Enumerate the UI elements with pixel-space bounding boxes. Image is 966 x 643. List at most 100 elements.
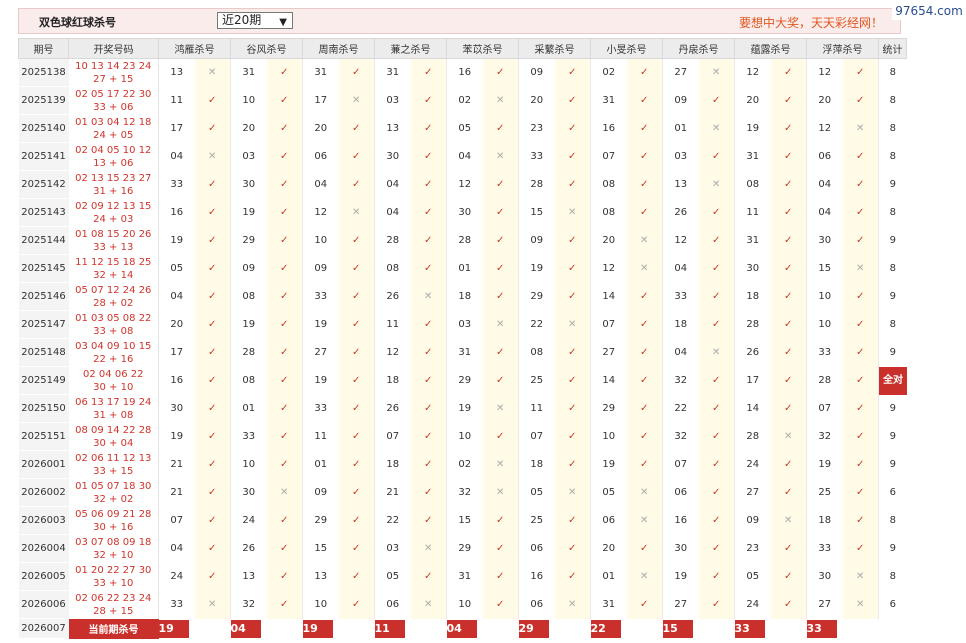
kill-number: 05	[446, 114, 483, 143]
kill-number: 03	[374, 534, 411, 563]
kill-number: 12	[806, 58, 843, 87]
check-icon: ✓	[266, 198, 303, 227]
kill-number: 30	[230, 478, 267, 507]
draw-numbers: 05 07 12 24 26 28 + 02	[68, 282, 159, 311]
check-icon: ✓	[626, 58, 663, 87]
kill-number: 10	[230, 450, 267, 479]
cross-icon: ✕	[626, 226, 663, 255]
table-row: 2026003 05 06 09 21 28 30 + 16 07 ✓ 24 ✓ 29 ✓ 22 ✓…	[18, 506, 907, 535]
column-header: 蕴露杀号	[734, 38, 807, 59]
table-row: 2025147 01 03 05 08 22 33 + 08 20 ✓ 19 ✓ 19 ✓ 11 ✓…	[18, 310, 907, 339]
check-icon: ✓	[554, 226, 591, 255]
check-icon: ✓	[266, 366, 303, 395]
check-icon: ✓	[554, 58, 591, 87]
check-icon: ✓	[482, 226, 519, 255]
check-icon: ✓	[770, 198, 807, 227]
check-icon: ✓	[410, 310, 447, 339]
current-kill-cell: 11	[374, 618, 447, 639]
check-icon: ✓	[842, 58, 879, 87]
check-icon: ✓	[482, 338, 519, 367]
kill-number: 33	[230, 422, 267, 451]
check-icon: ✓	[626, 450, 663, 479]
kill-number: 19	[446, 394, 483, 423]
kill-number: 27	[662, 590, 699, 619]
table-row: 2026001 02 06 11 12 13 33 + 15 21 ✓ 10 ✓ 01 ✓ 18 ✓…	[18, 450, 907, 479]
kill-number: 24	[158, 562, 195, 591]
kill-number: 08	[374, 254, 411, 283]
check-icon: ✓	[842, 394, 879, 423]
cross-icon: ✕	[194, 58, 231, 87]
stat-count: 6	[878, 590, 907, 619]
stat-count: 9	[878, 534, 907, 563]
kill-number: 10	[806, 310, 843, 339]
check-icon: ✓	[338, 338, 375, 367]
draw-numbers: 06 13 17 19 24 31 + 08	[68, 394, 159, 423]
kill-number: 30	[806, 226, 843, 255]
kill-number: 04	[374, 198, 411, 227]
draw-line-2: 31 + 16	[93, 185, 134, 197]
draw-numbers: 02 04 05 10 12 13 + 06	[68, 142, 159, 171]
kill-number: 24	[230, 506, 267, 535]
check-icon: ✓	[194, 282, 231, 311]
stat-count: 9	[878, 226, 907, 255]
kill-number: 04	[158, 534, 195, 563]
kill-number-table: 期号 开奖号码 鸿雁杀号 谷风杀号 周南杀号 蒹之杀号 苯苡杀号 采蘩杀号 小旻杀号 丹扆杀号 蕴露…	[18, 38, 907, 639]
kill-number: 25	[518, 366, 555, 395]
kill-number: 14	[590, 282, 627, 311]
cross-icon: ✕	[554, 310, 591, 339]
current-kill-cell: 22	[590, 618, 663, 639]
check-icon: ✓	[410, 58, 447, 87]
current-kill-cell: 19	[302, 618, 375, 639]
cross-icon: ✕	[626, 562, 663, 591]
table-row: 2026005 01 20 22 27 30 33 + 10 24 ✓ 13 ✓ 13 ✓ 05 ✓…	[18, 562, 907, 591]
kill-number: 06	[374, 590, 411, 619]
kill-number: 32	[806, 422, 843, 451]
cross-icon: ✕	[482, 450, 519, 479]
kill-number: 29	[446, 534, 483, 563]
slogan-link[interactable]: 要想中大奖，天天彩经网！	[739, 14, 883, 31]
draw-line-2: 33 + 08	[93, 325, 134, 337]
kill-number: 20	[158, 310, 195, 339]
kill-number: 18	[806, 506, 843, 535]
check-icon: ✓	[338, 366, 375, 395]
kill-number: 09	[230, 254, 267, 283]
check-icon: ✓	[626, 198, 663, 227]
draw-line-2: 33 + 10	[93, 577, 134, 589]
kill-number: 21	[374, 478, 411, 507]
kill-number: 23	[518, 114, 555, 143]
current-kill-number: 19	[302, 619, 333, 638]
check-icon: ✓	[410, 198, 447, 227]
kill-number: 24	[734, 590, 771, 619]
current-kill-number: 33	[806, 619, 837, 638]
kill-number: 22	[518, 310, 555, 339]
check-icon: ✓	[194, 506, 231, 535]
check-icon: ✓	[770, 170, 807, 199]
check-icon: ✓	[770, 86, 807, 115]
check-icon: ✓	[482, 114, 519, 143]
current-kill-number: 29	[518, 619, 549, 638]
check-icon: ✓	[482, 254, 519, 283]
kill-number: 12	[446, 170, 483, 199]
draw-numbers: 11 12 15 18 25 32 + 14	[68, 254, 159, 283]
cross-icon: ✕	[482, 86, 519, 115]
kill-number: 03	[662, 142, 699, 171]
check-icon: ✓	[626, 422, 663, 451]
table-row: 2025151 08 09 14 22 28 30 + 04 19 ✓ 33 ✓ 11 ✓ 07 ✓…	[18, 422, 907, 451]
kill-number: 19	[734, 114, 771, 143]
draw-numbers: 01 20 22 27 30 33 + 10	[68, 562, 159, 591]
check-icon: ✓	[770, 254, 807, 283]
kill-number: 26	[734, 338, 771, 367]
check-icon: ✓	[410, 394, 447, 423]
check-icon: ✓	[842, 282, 879, 311]
draw-line-2: 24 + 03	[93, 213, 134, 225]
issue-number: 2026001	[18, 450, 69, 479]
draw-numbers: 03 04 09 10 15 22 + 16	[68, 338, 159, 367]
period-select[interactable]: 近20期 ▼	[217, 12, 293, 29]
chevron-down-icon: ▼	[279, 17, 287, 28]
kill-number: 15	[302, 534, 339, 563]
cross-icon: ✕	[482, 142, 519, 171]
issue-number: 2026003	[18, 506, 69, 535]
kill-number: 25	[806, 478, 843, 507]
kill-number: 10	[590, 422, 627, 451]
check-icon: ✓	[410, 338, 447, 367]
